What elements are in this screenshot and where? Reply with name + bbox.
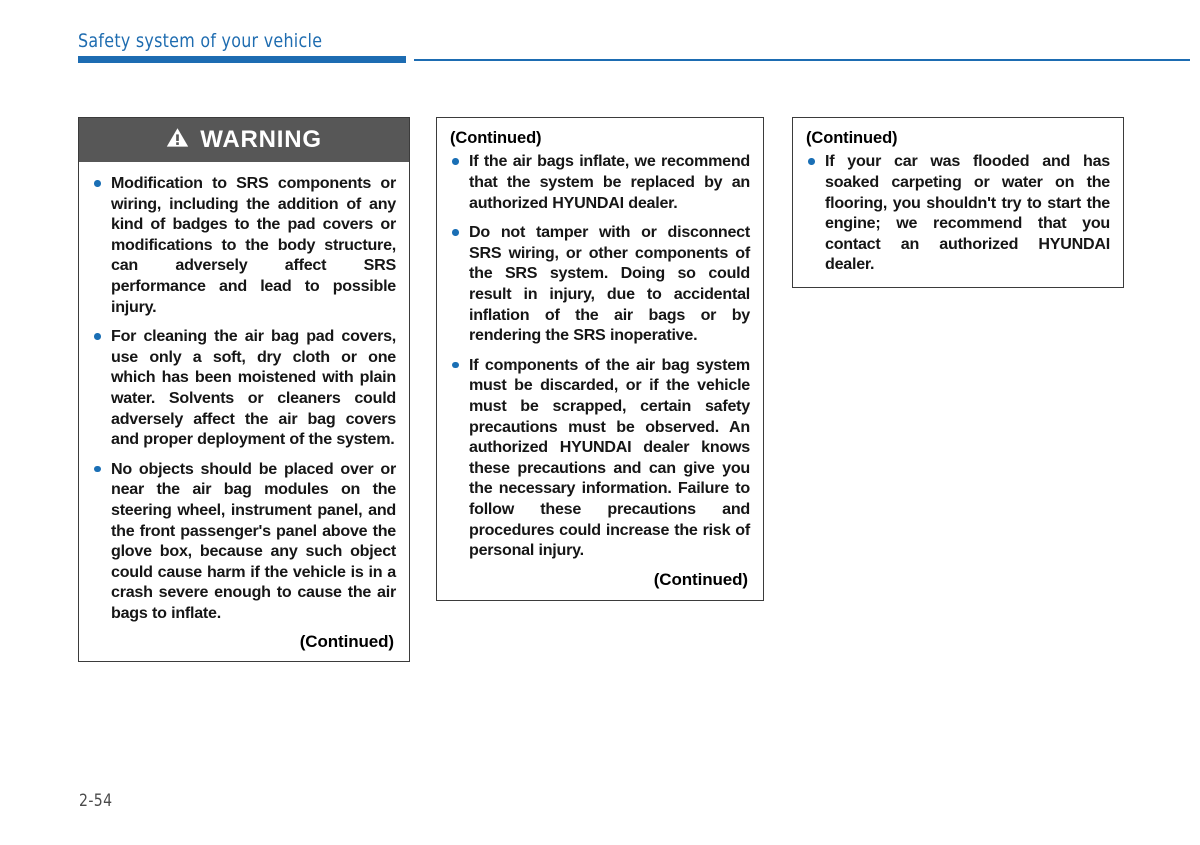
- list-item: Modification to SRS components or wiring…: [90, 173, 396, 317]
- continued-label-top: (Continued): [806, 129, 898, 147]
- warning-box-column-1: WARNING Modification to SRS components o…: [78, 117, 410, 663]
- list-item-text: If your car was flooded and has soaked c…: [825, 152, 1110, 274]
- list-item: Do not tamper with or disconnect SRS wir…: [448, 222, 750, 346]
- list-item: If your car was flooded and has soaked c…: [804, 151, 1110, 275]
- running-header: Safety system of your vehicle: [78, 30, 1190, 70]
- list-item-text: If the air bags inflate, we recommend th…: [469, 152, 750, 212]
- warning-box-column-3: (Continued) If your car was flooded and …: [792, 117, 1124, 289]
- warning-box: (Continued) If the air bags inflate, we …: [436, 117, 764, 601]
- header-rule-thin: [414, 59, 1190, 61]
- list-item-text: Modification to SRS components or wiring…: [111, 174, 396, 316]
- warning-box-header: WARNING: [79, 118, 409, 162]
- warning-bullet-list: If your car was flooded and has soaked c…: [804, 151, 1110, 275]
- list-item-text: No objects should be placed over or near…: [111, 459, 396, 622]
- continued-label-bottom: (Continued): [653, 569, 748, 589]
- warning-box-body: (Continued) If your car was flooded and …: [793, 118, 1123, 287]
- list-item: If components of the air bag system must…: [448, 355, 750, 561]
- list-item-text: If components of the air bag system must…: [469, 355, 750, 560]
- list-item: No objects should be placed over or near…: [90, 459, 396, 624]
- warning-box: (Continued) If your car was flooded and …: [792, 117, 1124, 289]
- warning-box: WARNING Modification to SRS components o…: [78, 117, 410, 663]
- warning-box-body: (Continued) If the air bags inflate, we …: [437, 118, 763, 600]
- header-rule-thick: [78, 56, 406, 63]
- list-item: If the air bags inflate, we recommend th…: [448, 151, 750, 213]
- continued-label-bottom: (Continued): [299, 632, 394, 652]
- list-item: For cleaning the air bag pad covers, use…: [90, 326, 396, 450]
- warning-triangle-icon: [166, 127, 189, 153]
- list-item-text: For cleaning the air bag pad covers, use…: [111, 327, 396, 449]
- list-item-text: Do not tamper with or disconnect SRS wir…: [469, 223, 750, 345]
- continued-label-top: (Continued): [450, 129, 542, 147]
- page-number: 2-54: [79, 791, 113, 811]
- warning-bullet-list: If the air bags inflate, we recommend th…: [448, 151, 750, 560]
- warning-label: WARNING: [200, 126, 322, 153]
- warning-bullet-list: Modification to SRS components or wiring…: [90, 173, 396, 623]
- page-title: Safety system of your vehicle: [78, 30, 323, 52]
- warning-box-column-2: (Continued) If the air bags inflate, we …: [436, 117, 764, 601]
- warning-box-body: Modification to SRS components or wiring…: [79, 162, 409, 661]
